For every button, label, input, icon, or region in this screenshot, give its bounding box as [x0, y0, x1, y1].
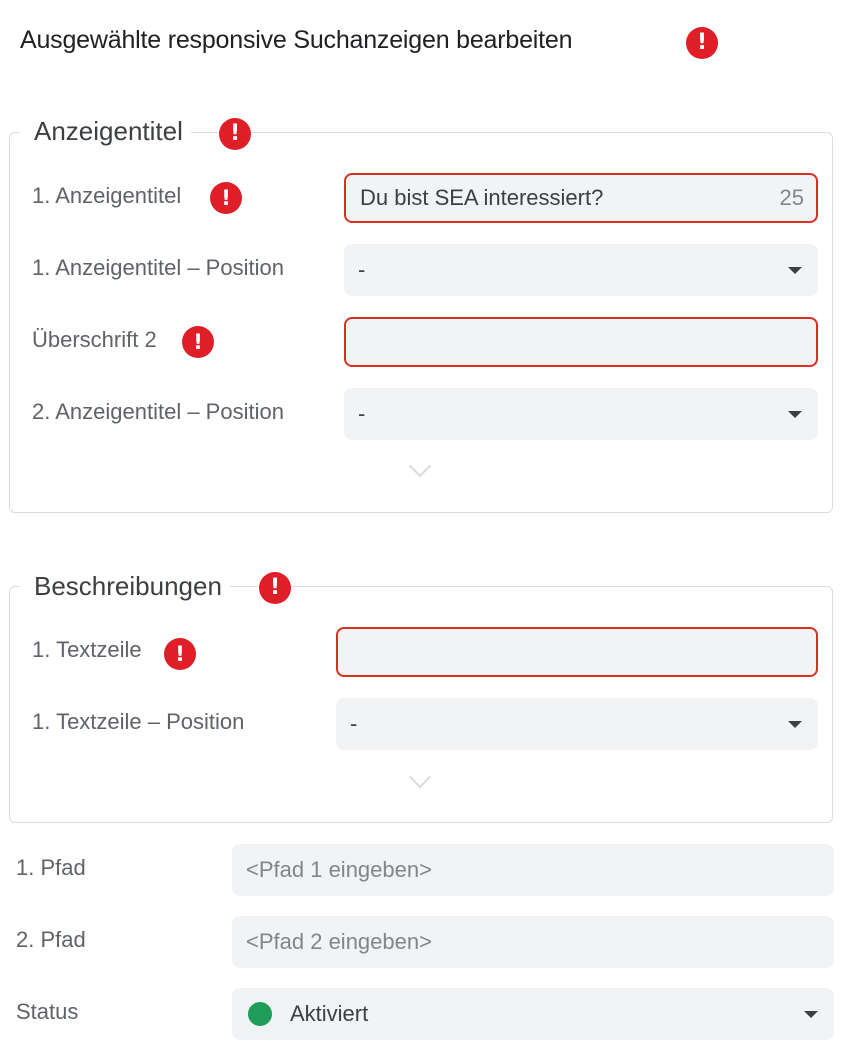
headline-1-position-value: -: [358, 257, 366, 282]
page-title: Ausgewählte responsive Suchanzeigen bear…: [20, 26, 573, 54]
path-2-input[interactable]: <Pfad 2 eingeben>: [232, 916, 834, 968]
status-select[interactable]: Aktiviert: [232, 988, 834, 1040]
error-icon: !: [164, 638, 196, 670]
descriptions-section-title: Beschreibungen: [20, 571, 230, 602]
headline-1-value: Du bist SEA interessiert?: [360, 185, 604, 210]
path-1-input[interactable]: <Pfad 1 eingeben>: [232, 844, 834, 896]
dropdown-arrow-icon: [788, 267, 802, 274]
path-1-label: 1. Pfad: [16, 855, 86, 880]
headline-2-position-value: -: [358, 401, 366, 426]
headlines-section-title: Anzeigentitel: [20, 116, 191, 147]
error-icon: !: [259, 572, 291, 604]
path-2-placeholder: <Pfad 2 eingeben>: [246, 929, 432, 954]
headline-2-position-select[interactable]: -: [344, 388, 818, 440]
description-1-label: 1. Textzeile: [32, 637, 142, 662]
error-icon: !: [182, 326, 214, 358]
status-value: Aktiviert: [290, 1001, 369, 1026]
description-1-position-value: -: [350, 711, 358, 736]
character-counter: 25: [779, 185, 804, 210]
dropdown-arrow-icon: [788, 721, 802, 728]
dropdown-arrow-icon: [804, 1011, 818, 1018]
headline-1-position-select[interactable]: -: [344, 244, 818, 296]
error-icon: !: [219, 118, 251, 150]
headline-2-position-label: 2. Anzeigentitel – Position: [32, 399, 284, 424]
headline-1-input[interactable]: Du bist SEA interessiert? 25: [344, 173, 818, 223]
description-1-input[interactable]: [336, 627, 818, 677]
path-1-placeholder: <Pfad 1 eingeben>: [246, 857, 432, 882]
headline-2-label: Überschrift 2: [32, 327, 157, 352]
headline-1-position-label: 1. Anzeigentitel – Position: [32, 255, 284, 280]
description-1-position-select[interactable]: -: [336, 698, 818, 750]
description-1-position-label: 1. Textzeile – Position: [32, 709, 245, 734]
error-icon: !: [210, 182, 242, 214]
status-active-icon: [248, 1002, 272, 1026]
path-2-label: 2. Pfad: [16, 927, 86, 952]
status-label: Status: [16, 999, 79, 1024]
error-icon: !: [686, 27, 718, 59]
dropdown-arrow-icon: [788, 411, 802, 418]
headline-1-label: 1. Anzeigentitel: [32, 183, 182, 208]
headline-2-input[interactable]: [344, 317, 818, 367]
